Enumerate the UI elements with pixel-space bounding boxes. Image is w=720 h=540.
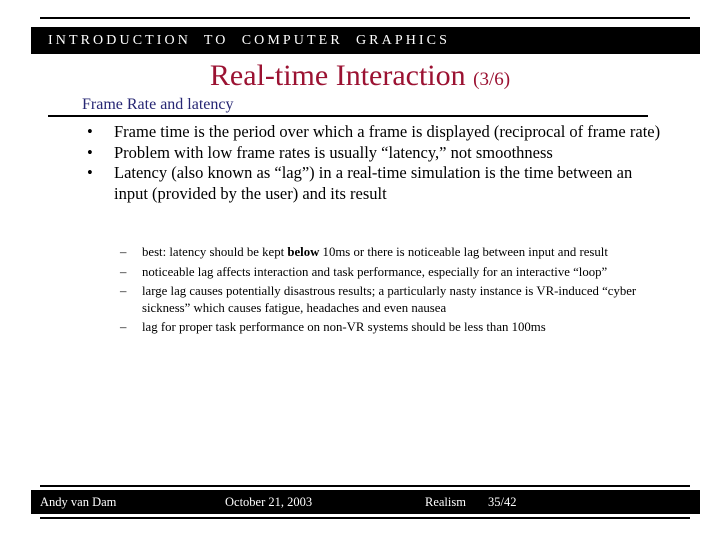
- subheading-block: Frame Rate and latency: [48, 96, 648, 117]
- footer-divider-bottom: [40, 517, 690, 519]
- footer-date: October 21, 2003: [225, 495, 313, 509]
- footer-topic: Realism: [425, 495, 466, 509]
- footer-divider-top: [40, 485, 690, 487]
- sub-list-item-text-bold: below: [287, 245, 320, 259]
- footer-bar: Andy van Dam October 21, 2003 Realism 35…: [31, 490, 700, 514]
- subheading-text: Frame Rate and latency: [82, 96, 234, 113]
- bullet-marker-icon: •: [87, 122, 93, 141]
- main-bullet-list: • Frame time is the period over which a …: [86, 122, 666, 204]
- sub-list-item: – lag for proper task performance on non…: [120, 319, 665, 336]
- course-header-bar: INTRODUCTION TO COMPUTER GRAPHICS: [31, 27, 700, 54]
- footer-page-number: 35/42: [488, 495, 517, 509]
- list-item: • Latency (also known as “lag”) in a rea…: [86, 163, 666, 204]
- slide-count: (3/6): [473, 69, 511, 90]
- bullet-marker-icon: •: [87, 163, 93, 182]
- sub-list-item-text-pre: large lag causes potentially disastrous …: [142, 284, 637, 315]
- sub-list-item-text-pre: lag for proper task performance on non-V…: [142, 320, 546, 334]
- list-item-text: Problem with low frame rates is usually …: [114, 142, 553, 162]
- list-item-text: Frame time is the period over which a fr…: [114, 122, 661, 141]
- bullet-marker-icon: •: [87, 142, 93, 162]
- sub-list-item-text-post: 10ms or there is noticeable lag between …: [319, 245, 608, 259]
- dash-marker-icon: –: [120, 264, 127, 279]
- page-title-text: Real-time Interaction: [209, 59, 466, 92]
- sub-list-item: – large lag causes potentially disastrou…: [120, 283, 665, 316]
- course-title: INTRODUCTION TO COMPUTER GRAPHICS: [48, 32, 450, 48]
- page-title: Real-time Interaction (3/6): [0, 59, 720, 97]
- dash-marker-icon: –: [120, 284, 127, 298]
- sub-list-item: – best: latency should be kept below 10m…: [120, 244, 665, 261]
- sub-list-item: – noticeable lag affects interaction and…: [120, 264, 665, 281]
- list-item: • Problem with low frame rates is usuall…: [86, 143, 666, 164]
- sub-bullet-list: – best: latency should be kept below 10m…: [120, 244, 665, 339]
- sub-list-item-text-pre: noticeable lag affects interaction and t…: [142, 264, 608, 279]
- list-item: • Frame time is the period over which a …: [86, 122, 666, 143]
- list-item-text: Latency (also known as “lag”) in a real-…: [114, 163, 633, 203]
- dash-marker-icon: –: [120, 320, 127, 334]
- sub-list-item-text-pre: best: latency should be kept: [142, 245, 288, 259]
- top-divider-rule: [40, 17, 690, 19]
- footer-author: Andy van Dam: [40, 495, 117, 509]
- subheading-underline: [48, 115, 648, 117]
- dash-marker-icon: –: [120, 245, 127, 259]
